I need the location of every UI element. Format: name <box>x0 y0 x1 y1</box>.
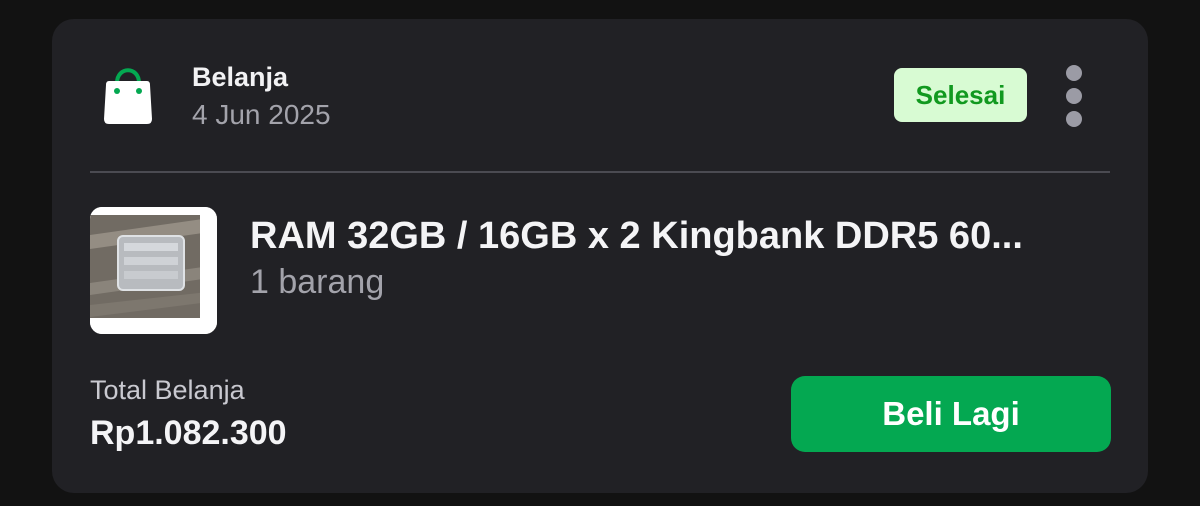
product-name[interactable]: RAM 32GB / 16GB x 2 Kingbank DDR5 60... <box>250 215 1100 258</box>
shopping-bag-icon <box>104 68 152 124</box>
buy-again-button[interactable]: Beli Lagi <box>791 376 1111 452</box>
order-header: Belanja 4 Jun 2025 Selesai <box>52 19 1148 171</box>
total-value: Rp1.082.300 <box>90 414 287 452</box>
order-card[interactable]: Belanja 4 Jun 2025 Selesai RAM 32GB / 16… <box>52 19 1148 493</box>
product-image <box>90 207 217 334</box>
more-options-button[interactable] <box>1058 65 1090 127</box>
product-quantity: 1 barang <box>250 263 385 301</box>
status-badge: Selesai <box>894 68 1027 122</box>
more-vertical-icon-dot <box>1066 111 1082 127</box>
more-vertical-icon-dot <box>1066 88 1082 104</box>
order-date: 4 Jun 2025 <box>192 99 331 130</box>
total-label: Total Belanja <box>90 375 245 405</box>
more-vertical-icon-dot <box>1066 65 1082 81</box>
order-category: Belanja <box>192 62 289 92</box>
divider <box>90 171 1110 173</box>
product-thumbnail[interactable] <box>90 207 217 334</box>
